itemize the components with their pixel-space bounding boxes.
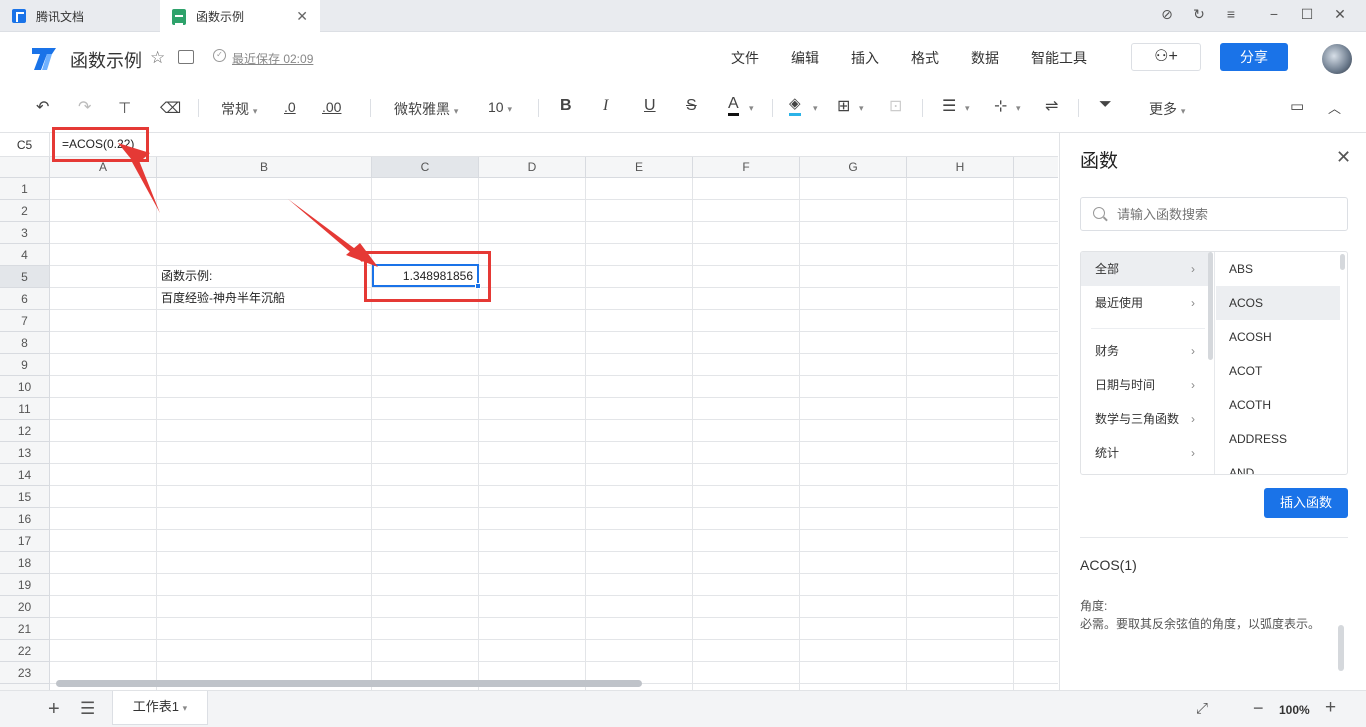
category-label: 全部	[1095, 262, 1120, 276]
category-label: 财务	[1095, 344, 1120, 358]
category-label: 数学与三角函数	[1095, 412, 1180, 426]
category-math-trig[interactable]: 数学与三角函数 ›	[1081, 402, 1209, 436]
function-list-scrollbar[interactable]	[1340, 254, 1345, 270]
chevron-right-icon: ›	[1191, 446, 1195, 460]
chevron-right-icon: ›	[1191, 412, 1195, 426]
panel-scrollbar[interactable]	[1338, 625, 1344, 671]
category-recent[interactable]: 最近使用 ›	[1081, 286, 1209, 320]
category-scrollbar[interactable]	[1208, 252, 1213, 360]
function-signature: ACOS(1)	[1080, 557, 1137, 573]
search-icon	[1093, 207, 1105, 219]
insert-function-button[interactable]: 插入函数	[1264, 488, 1348, 518]
function-item-acos[interactable]: ACOS	[1216, 286, 1340, 320]
sheet-bar: + ☰ 工作表1 ▾ ⤢ − 100% +	[0, 690, 1366, 727]
function-item-address[interactable]: ADDRESS	[1216, 422, 1340, 456]
panel-title: 函数	[1080, 151, 1119, 172]
category-label: 统计	[1095, 446, 1120, 460]
sheet-tab-1[interactable]: 工作表1 ▾	[112, 691, 208, 725]
function-item-abs[interactable]: ABS	[1216, 252, 1340, 286]
category-statistics[interactable]: 统计 ›	[1081, 436, 1209, 470]
chevron-right-icon: ›	[1191, 296, 1195, 310]
fullscreen-icon[interactable]: ⤢	[1196, 700, 1208, 717]
sheet-tab-label: 工作表1	[132, 699, 180, 714]
parameter-label: 角度:	[1080, 599, 1108, 613]
zoom-out-icon[interactable]: −	[1253, 698, 1264, 719]
sheet-list-icon[interactable]: ☰	[80, 699, 95, 719]
chevron-right-icon: ›	[1191, 262, 1195, 276]
add-sheet-icon[interactable]: +	[48, 698, 60, 721]
function-item-and[interactable]: AND	[1216, 456, 1340, 474]
chevron-right-icon: ›	[1191, 344, 1195, 358]
function-panel: 函数 ✕ 全部 › 最近使用 › 财务 › 日期与时间 › 数学与三角函数 › 统计 › A…	[1059, 133, 1366, 690]
function-search-input[interactable]	[1117, 205, 1337, 223]
category-date-time[interactable]: 日期与时间 ›	[1081, 368, 1209, 402]
category-all[interactable]: 全部 ›	[1081, 252, 1209, 286]
function-browser: 全部 › 最近使用 › 财务 › 日期与时间 › 数学与三角函数 › 统计 › ABS AC…	[1080, 251, 1348, 475]
arrow-to-formula	[132, 158, 160, 213]
chevron-right-icon: ›	[1191, 378, 1195, 392]
function-item-acoth[interactable]: ACOTH	[1216, 388, 1340, 422]
zoom-level[interactable]: 100%	[1279, 703, 1310, 717]
function-item-acot[interactable]: ACOT	[1216, 354, 1340, 388]
category-label: 日期与时间	[1095, 378, 1156, 392]
function-item-acosh[interactable]: ACOSH	[1216, 320, 1340, 354]
category-label: 最近使用	[1095, 296, 1144, 310]
panel-close-icon[interactable]: ✕	[1336, 147, 1351, 168]
arrow-head-formula	[118, 143, 150, 165]
zoom-in-icon[interactable]: +	[1325, 697, 1336, 719]
category-finance[interactable]: 财务 ›	[1081, 334, 1209, 368]
function-search-box[interactable]	[1080, 197, 1348, 231]
parameter-description: 必需。要取其反余弦值的角度，以弧度表示。	[1080, 617, 1321, 631]
